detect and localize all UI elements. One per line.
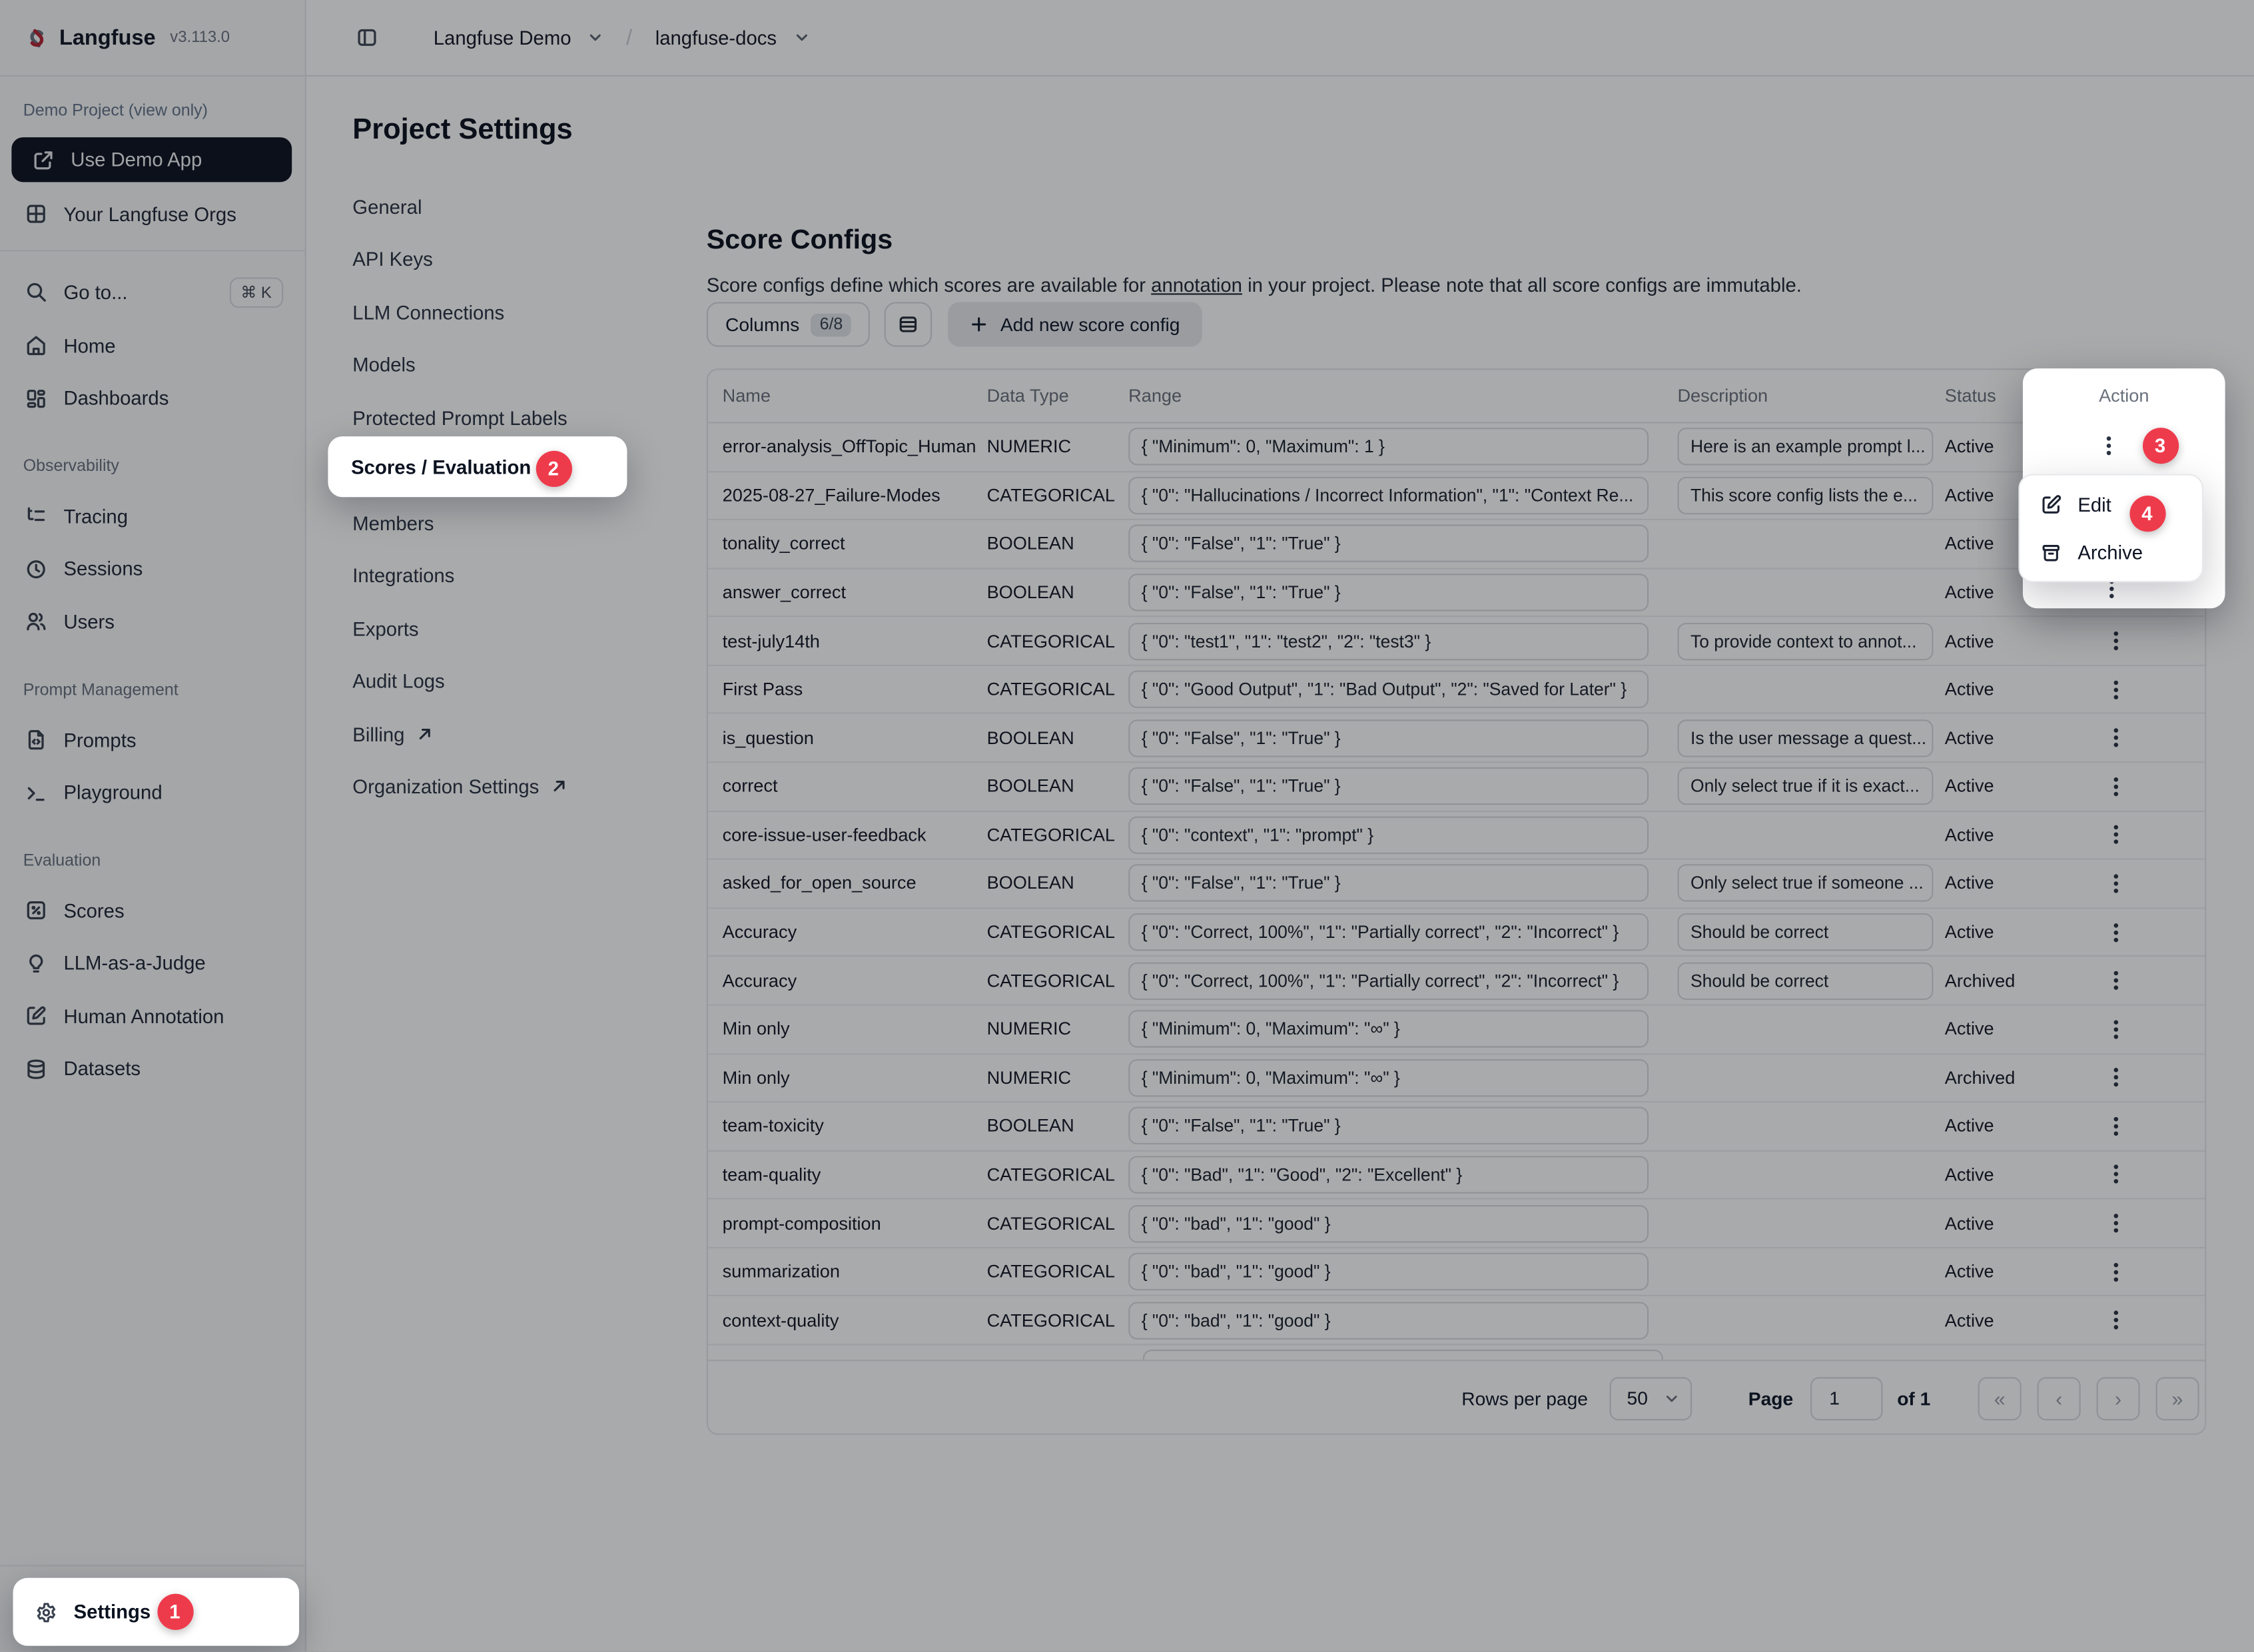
tour-dim-overlay xyxy=(0,0,2254,1652)
menu-item-edit[interactable]: Edit xyxy=(2020,481,2202,529)
tour-step-badge-1: 1 xyxy=(157,1594,192,1630)
archive-icon xyxy=(2040,542,2062,564)
gear-icon xyxy=(35,1600,58,1623)
kebab-icon xyxy=(2109,586,2113,591)
settings-nav-scores-evaluation[interactable]: Scores / Evaluation xyxy=(328,436,627,497)
menu-item-label: Archive xyxy=(2077,542,2143,564)
menu-item-archive[interactable]: Archive xyxy=(2020,529,2202,577)
sidebar-item-label: Settings xyxy=(74,1601,151,1623)
sidebar-item-settings[interactable]: Settings xyxy=(13,1578,300,1646)
langfuse-app: Langfuse v3.113.0 Demo Project (view onl… xyxy=(0,0,2254,1652)
kebab-icon xyxy=(2106,443,2111,448)
tour-step-badge-4: 4 xyxy=(2129,495,2165,531)
settings-nav-label: Scores / Evaluation xyxy=(351,456,531,478)
tour-step-badge-3: 3 xyxy=(2142,427,2178,463)
tour-step-badge-2: 2 xyxy=(536,450,571,486)
row-actions-menu: Edit Archive xyxy=(2018,474,2203,583)
header-action: Action xyxy=(2023,368,2225,422)
menu-item-label: Edit xyxy=(2077,494,2111,516)
edit-icon xyxy=(2040,494,2062,516)
row-actions-button[interactable] xyxy=(2097,434,2120,457)
